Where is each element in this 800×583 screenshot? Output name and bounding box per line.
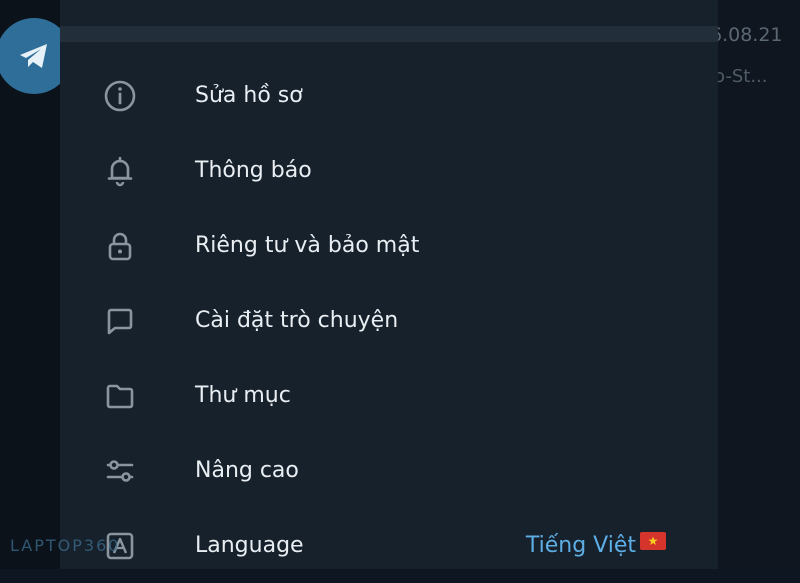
chat-preview: o-St... [714, 66, 768, 87]
sliders-icon [100, 451, 140, 491]
bell-icon [100, 151, 140, 191]
menu-item-privacy-security[interactable]: Riêng tư và bảo mật [60, 208, 718, 283]
menu-item-label: Sửa hồ sơ [195, 83, 303, 108]
menu-item-label: Cài đặt trò chuyện [195, 308, 399, 333]
menu-item-label: Language [195, 533, 304, 558]
menu-item-folders[interactable]: Thư mục [60, 358, 718, 433]
vietnam-flag-icon: ★ [640, 532, 666, 550]
menu-item-language[interactable]: Language Tiếng Việt ★ [60, 508, 718, 583]
language-value: Tiếng Việt [525, 533, 636, 558]
info-icon [100, 76, 140, 116]
folder-icon [100, 376, 140, 416]
menu-item-label: Riêng tư và bảo mật [195, 233, 420, 258]
menu-item-label: Thư mục [195, 383, 291, 408]
lock-icon [100, 226, 140, 266]
menu-item-notifications[interactable]: Thông báo [60, 133, 718, 208]
menu-item-label: Nâng cao [195, 458, 299, 483]
chat-date: 6.08.21 [710, 24, 783, 46]
menu-item-advanced[interactable]: Nâng cao [60, 433, 718, 508]
menu-item-edit-profile[interactable]: Sửa hồ sơ [60, 58, 718, 133]
menu-item-chat-settings[interactable]: Cài đặt trò chuyện [60, 283, 718, 358]
watermark: LAPTOP360 [10, 536, 121, 555]
menu-item-label: Thông báo [195, 158, 312, 183]
settings-panel: Sửa hồ sơ Thông báo Riêng tư và bảo mật … [60, 0, 718, 569]
chat-bubble-icon [100, 301, 140, 341]
settings-header-bar [60, 26, 718, 42]
